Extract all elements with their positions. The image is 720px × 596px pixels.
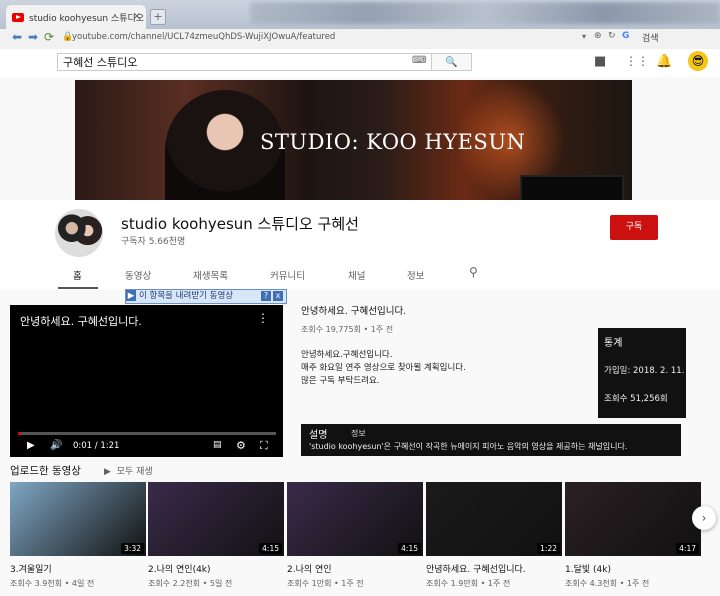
video-duration: 4:15: [259, 543, 282, 554]
banner-text: STUDIO: KOO HYESUN: [260, 130, 526, 154]
featured-video-meta: 조회수 19,775회 • 1주 전: [301, 325, 394, 334]
video-thumbnail[interactable]: 1:22: [426, 482, 562, 556]
dropdown-icon[interactable]: ▾: [582, 32, 586, 41]
refresh-icon[interactable]: ↻: [608, 31, 616, 41]
video-thumbnail[interactable]: 3:32: [10, 482, 146, 556]
blurred-region: [250, 2, 720, 24]
video-duration: 4:15: [398, 543, 421, 554]
channel-banner: STUDIO: KOO HYESUN: [75, 80, 632, 200]
keyboard-icon[interactable]: ⌨: [412, 55, 426, 66]
search-icon: 🔍: [445, 57, 458, 68]
video-title[interactable]: 3.겨울일기: [10, 562, 52, 575]
play-icon[interactable]: ▶: [27, 440, 35, 451]
featured-video-title[interactable]: 안녕하세요. 구혜선입니다.: [301, 303, 406, 317]
volume-icon[interactable]: 🔊: [50, 440, 62, 451]
player-menu-icon[interactable]: ⋮: [257, 311, 269, 325]
stats-title: 통계: [604, 338, 623, 349]
tab-videos[interactable]: 동영상: [125, 268, 151, 282]
url-field[interactable]: youtube.com/channel/UCL74zmeuQhDS-WujiXJ…: [72, 32, 335, 42]
stats-panel: 통계 가입일: 2018. 2. 11. 조회수 51,256회: [598, 328, 686, 418]
download-popup[interactable]: ▶ 이 항목을 내려받기 동영상 ? x: [125, 289, 287, 304]
play-icon: ▶: [126, 290, 136, 301]
video-meta: 조회수 4.3천회 • 1주 전: [565, 579, 650, 588]
about-subheading: 정보: [351, 429, 366, 438]
account-avatar-icon[interactable]: 😎: [688, 51, 708, 71]
about-panel: 설명 정보 'studio koohyesun'은 구혜선이 작곡한 뉴에이지 …: [301, 424, 681, 456]
subtitles-icon[interactable]: ▤: [213, 440, 222, 450]
about-description: 'studio koohyesun'은 구혜선이 작곡한 뉴에이지 피아노 음악…: [309, 442, 628, 451]
subscriber-count: 구독자 5.66천명: [121, 237, 186, 247]
video-duration: 1:22: [537, 543, 560, 554]
browser-tab[interactable]: studio koohyesun 스튜디오 구혜 ×: [6, 5, 146, 29]
time-display: 0:01 / 1:21: [73, 441, 120, 451]
featured-description-line: 매주 화요일 연주 영상으로 찾아뵐 계획입니다.: [301, 363, 466, 373]
channel-search-icon[interactable]: ⚲: [469, 265, 478, 279]
browser-tab-title: studio koohyesun 스튜디오 구혜: [29, 13, 146, 24]
settings-gear-icon[interactable]: ⚙: [236, 439, 246, 452]
browser-tab-bar: studio koohyesun 스튜디오 구혜 × +: [0, 0, 720, 29]
video-meta: 조회수 1.9만회 • 1주 전: [426, 579, 511, 588]
search-engine-label[interactable]: 검색: [642, 31, 659, 44]
player-controls: ▶ 🔊 0:01 / 1:21 ▤ ⚙ ⛶: [10, 438, 283, 456]
tab-active-indicator: [58, 287, 98, 289]
youtube-favicon-icon: [12, 12, 24, 22]
video-meta: 조회수 3.9천회 • 4일 전: [10, 579, 95, 588]
video-title[interactable]: 2.나의 연인: [287, 562, 332, 575]
featured-description-line: 안녕하세요.구혜선입니다.: [301, 350, 393, 360]
video-thumbnail[interactable]: 4:15: [148, 482, 284, 556]
fullscreen-icon[interactable]: ⛶: [260, 439, 268, 453]
video-title[interactable]: 안녕하세요. 구혜선입니다.: [426, 562, 526, 575]
video-duration: 4:17: [676, 543, 699, 554]
stats-views: 조회수 51,256회: [604, 394, 668, 404]
video-title[interactable]: 2.나의 연인(4k): [148, 562, 211, 575]
forward-arrow-icon[interactable]: ➡: [28, 30, 38, 44]
featured-description-line: 많은 구독 부탁드려요.: [301, 376, 380, 386]
video-duration: 3:32: [121, 543, 144, 554]
youtube-header: 구혜선 스튜디오 ⌨ 🔍 ■ ⋮⋮ 🔔 😎: [0, 49, 720, 77]
tab-playlists[interactable]: 재생목록: [193, 268, 228, 282]
search-button[interactable]: 🔍: [432, 53, 472, 71]
channel-name: studio koohyesun 스튜디오 구혜선: [121, 215, 359, 233]
back-arrow-icon[interactable]: ⬅: [12, 30, 22, 44]
google-icon: G: [622, 31, 630, 41]
subscribe-button[interactable]: 구독: [610, 215, 658, 240]
help-icon[interactable]: ?: [261, 291, 271, 301]
new-tab-button[interactable]: +: [150, 9, 166, 25]
address-bar: ⬅ ➡ ⟳ 🔒 youtube.com/channel/UCL74zmeuQhD…: [0, 29, 720, 50]
banner-monitor-image: [520, 175, 624, 200]
play-all-label: 모두 재생: [116, 467, 153, 477]
tab-about[interactable]: 정보: [407, 268, 424, 282]
tab-home[interactable]: 홈: [73, 268, 82, 282]
video-thumbnail[interactable]: 4:15: [287, 482, 423, 556]
featured-video-player[interactable]: 안녕하세요. 구혜선입니다. ⋮ ▶ 🔊 0:01 / 1:21 ▤ ⚙ ⛶: [10, 305, 283, 457]
play-all-icon: ▶: [104, 467, 111, 477]
zoom-icon[interactable]: ⊕: [594, 31, 602, 41]
reload-icon[interactable]: ⟳: [44, 30, 54, 44]
tab-community[interactable]: 커뮤니티: [270, 268, 305, 282]
tab-close-icon[interactable]: ×: [133, 11, 141, 22]
video-thumbnail[interactable]: 4:17: [565, 482, 701, 556]
notification-bell-icon[interactable]: 🔔: [656, 54, 672, 69]
stats-joined: 가입일: 2018. 2. 11.: [604, 366, 685, 376]
popup-close-icon[interactable]: x: [273, 291, 283, 301]
apps-grid-icon[interactable]: ⋮⋮: [625, 54, 649, 68]
progress-fill: [18, 432, 22, 435]
about-heading: 설명: [309, 430, 328, 441]
video-meta: 조회수 2.2천회 • 5일 전: [148, 579, 233, 588]
create-video-icon[interactable]: ■: [594, 54, 606, 69]
tab-channels[interactable]: 채널: [348, 268, 365, 282]
chevron-right-icon: ›: [701, 511, 707, 525]
download-popup-text: 이 항목을 내려받기 동영상: [139, 291, 234, 301]
player-title: 안녕하세요. 구혜선입니다.: [20, 315, 142, 328]
search-input[interactable]: 구혜선 스튜디오: [57, 53, 432, 71]
next-arrow-button[interactable]: ›: [692, 506, 716, 530]
video-title[interactable]: 1.달빛 (4k): [565, 562, 611, 575]
uploads-title[interactable]: 업로드한 동영상: [10, 463, 81, 478]
channel-header: studio koohyesun 스튜디오 구혜선 구독자 5.66천명 구독 …: [0, 200, 720, 290]
progress-bar[interactable]: [18, 432, 276, 435]
video-meta: 조회수 1만회 • 1주 전: [287, 579, 364, 588]
channel-avatar[interactable]: [55, 209, 103, 257]
play-all-button[interactable]: ▶ 모두 재생: [104, 464, 153, 477]
